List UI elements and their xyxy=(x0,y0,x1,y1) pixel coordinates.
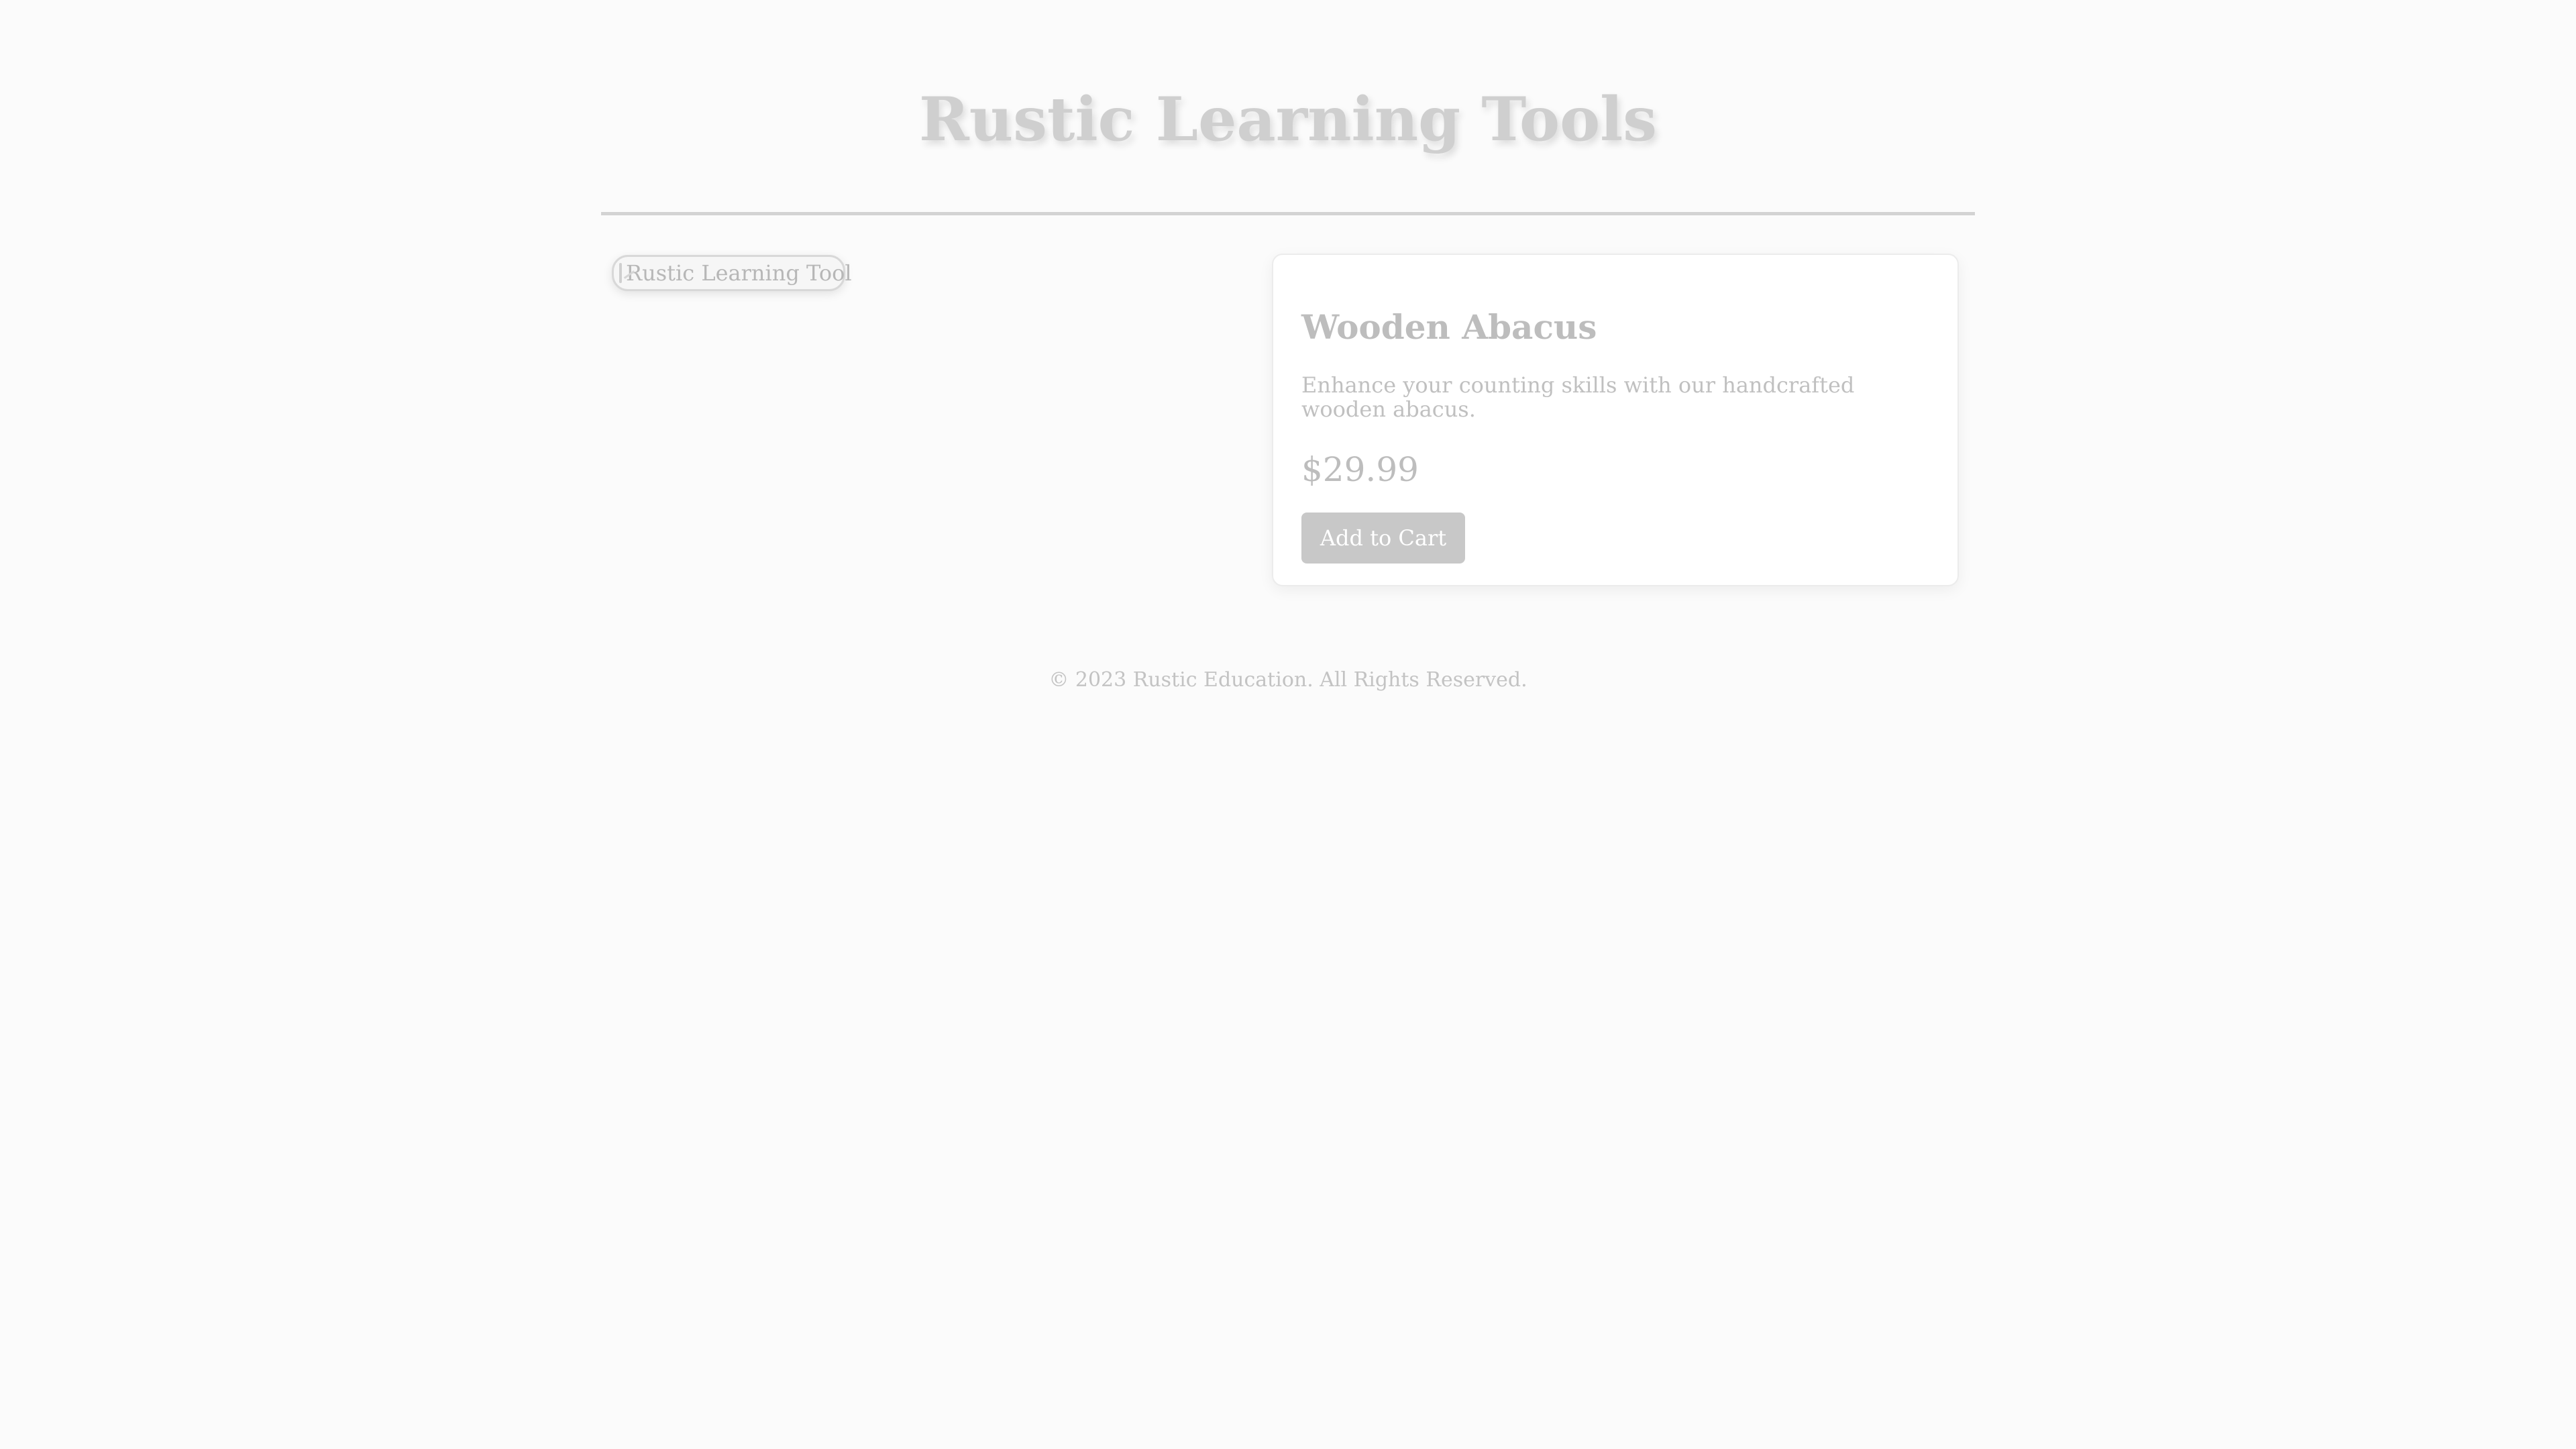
page: Rustic Learning Tools Rustic Learning To… xyxy=(0,0,2576,1449)
product-card: Wooden Abacus Enhance your counting skil… xyxy=(1272,254,1959,586)
site-title: Rustic Learning Tools xyxy=(919,84,1657,155)
broken-image-icon xyxy=(619,263,622,283)
product-image: Rustic Learning Tool xyxy=(612,255,852,291)
product-name: Wooden Abacus xyxy=(1301,307,1597,347)
product-image-alt-text: Rustic Learning Tool xyxy=(626,260,852,286)
add-to-cart-button[interactable]: Add to Cart xyxy=(1301,513,1465,564)
product-price: $29.99 xyxy=(1301,450,1419,489)
product-description: Enhance your counting skills with our ha… xyxy=(1301,372,1855,422)
header-divider xyxy=(601,212,1975,215)
footer-copyright: © 2023 Rustic Education. All Rights Rese… xyxy=(1049,668,1527,692)
